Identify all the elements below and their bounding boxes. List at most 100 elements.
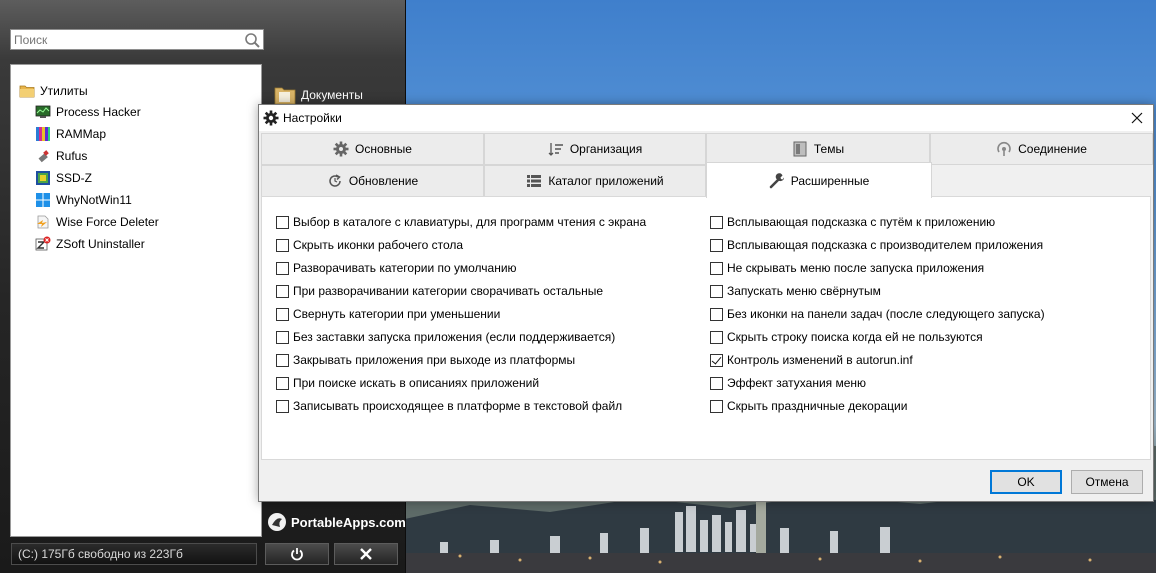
list-icon (527, 175, 542, 187)
option-expand-categories-default[interactable]: Разворачивать категории по умолчанию (276, 259, 517, 277)
documents-label: Документы (301, 88, 363, 102)
close-icon (360, 548, 372, 560)
documents-link[interactable]: Документы (274, 84, 363, 106)
checkbox[interactable] (710, 376, 723, 390)
checkbox[interactable] (276, 284, 289, 298)
option-collapse-on-minimize[interactable]: Свернуть категории при уменьшении (276, 305, 500, 323)
gear-icon (263, 110, 279, 126)
option-close-apps-on-exit[interactable]: Закрывать приложения при выходе из платф… (276, 351, 575, 369)
close-icon (1131, 112, 1143, 124)
tab-label: Соединение (1018, 142, 1087, 156)
tab-connection[interactable]: Соединение (930, 133, 1153, 165)
app-zsoft-uninstaller[interactable]: ZSoft Uninstaller (35, 235, 145, 253)
checkbox[interactable] (276, 307, 289, 321)
option-tooltip-publisher[interactable]: Всплывающая подсказка с производителем п… (710, 236, 1043, 254)
option-label: Скрыть праздничные декорации (727, 399, 908, 413)
option-log-to-file[interactable]: Записывать происходящее в платформе в те… (276, 397, 622, 415)
app-process-hacker[interactable]: Process Hacker (35, 103, 141, 121)
checkbox[interactable] (276, 215, 289, 229)
checkbox[interactable] (276, 376, 289, 390)
checkbox[interactable] (276, 353, 289, 367)
app-label: WhyNotWin11 (56, 193, 132, 207)
app-list: Утилиты Process Hacker RAMMap Rufus SSD-… (10, 64, 262, 537)
checkbox[interactable] (276, 330, 289, 344)
tab-themes[interactable]: Темы (706, 133, 930, 165)
windows-icon (36, 193, 50, 207)
app-whynotwin11[interactable]: WhyNotWin11 (35, 191, 132, 209)
checkbox[interactable] (710, 307, 723, 321)
checkbox[interactable] (276, 261, 289, 275)
app-label: ZSoft Uninstaller (56, 237, 145, 251)
option-keep-menu-open[interactable]: Не скрывать меню после запуска приложени… (710, 259, 984, 277)
tab-update[interactable]: Обновление (261, 165, 484, 197)
option-label: Скрыть иконки рабочего стола (293, 238, 464, 252)
app-wise-force-deleter[interactable]: Wise Force Deleter (35, 213, 159, 231)
wrench-icon (769, 172, 784, 188)
sort-icon (548, 143, 563, 156)
close-menu-button[interactable] (334, 543, 398, 565)
option-no-taskbar-icon[interactable]: Без иконки на панели задач (после следую… (710, 305, 1045, 323)
option-autorun-monitor[interactable]: Контроль изменений в autorun.inf (710, 351, 913, 369)
tab-general[interactable]: Основные (261, 133, 484, 165)
connection-icon (997, 141, 1011, 156)
tab-label: Темы (813, 142, 845, 156)
process-hacker-icon (35, 105, 51, 118)
dialog-titlebar[interactable]: Настройки (259, 105, 1153, 131)
option-collapse-others[interactable]: При разворачивании категории сворачивать… (276, 282, 603, 300)
brand-label: PortableApps.com (291, 514, 406, 530)
category-utilities[interactable]: Утилиты (19, 83, 88, 99)
tab-label: Основные (355, 142, 412, 156)
option-search-descriptions[interactable]: При поиске искать в описаниях приложений (276, 374, 539, 392)
tab-advanced[interactable]: Расширенные (706, 162, 932, 198)
checkbox[interactable] (710, 261, 723, 275)
option-label: Свернуть категории при уменьшении (293, 307, 501, 321)
option-label: Не скрывать меню после запуска приложени… (727, 261, 985, 275)
option-label: Выбор в каталоге с клавиатуры, для прогр… (293, 215, 647, 229)
folder-icon (19, 85, 35, 98)
checkbox[interactable] (710, 284, 723, 298)
advanced-settings-panel: Выбор в каталоге с клавиатуры, для прогр… (261, 196, 1151, 460)
portableapps-brand[interactable]: PortableApps.com (268, 513, 406, 531)
option-keyboard-catalog-selection[interactable]: Выбор в каталоге с клавиатуры, для прогр… (276, 213, 646, 231)
option-tooltip-path[interactable]: Всплывающая подсказка с путём к приложен… (710, 213, 995, 231)
option-start-minimized[interactable]: Запускать меню свёрнутым (710, 282, 881, 300)
search-input[interactable] (11, 30, 239, 49)
tab-label: Каталог приложений (548, 174, 664, 188)
cancel-button[interactable]: Отмена (1071, 470, 1143, 494)
checkbox[interactable] (710, 238, 723, 252)
zsoft-uninstaller-icon (35, 236, 51, 251)
checkbox-checked[interactable] (710, 353, 723, 367)
app-label: Wise Force Deleter (56, 215, 159, 229)
checkbox[interactable] (710, 399, 723, 413)
option-label: Закрывать приложения при выходе из платф… (293, 353, 576, 367)
dialog-close-button[interactable] (1121, 105, 1153, 131)
app-label: SSD-Z (56, 171, 92, 185)
wise-force-deleter-icon (37, 215, 49, 229)
app-ssd-z[interactable]: SSD-Z (35, 169, 92, 187)
checkbox[interactable] (710, 330, 723, 344)
option-label: Без заставки запуска приложения (если по… (293, 330, 616, 344)
tab-organization[interactable]: Организация (484, 133, 706, 165)
app-rammap[interactable]: RAMMap (35, 125, 106, 143)
tab-app-catalog[interactable]: Каталог приложений (484, 165, 706, 197)
option-hide-holiday-decorations[interactable]: Скрыть праздничные декорации (710, 397, 907, 415)
option-label: Скрыть строку поиска когда ей не пользую… (727, 330, 983, 344)
tab-label: Организация (569, 142, 643, 156)
option-label: При поиске искать в описаниях приложений (293, 376, 540, 390)
checkbox[interactable] (710, 215, 723, 229)
search-icon[interactable] (243, 31, 261, 49)
option-fade-effect[interactable]: Эффект затухания меню (710, 374, 866, 392)
refresh-icon (329, 174, 341, 187)
ok-button[interactable]: OK (990, 470, 1062, 494)
checkbox[interactable] (276, 238, 289, 252)
ssd-z-icon (36, 171, 50, 185)
app-rufus[interactable]: Rufus (35, 147, 87, 165)
power-button[interactable] (265, 543, 329, 565)
option-label: Разворачивать категории по умолчанию (293, 261, 517, 275)
checkbox[interactable] (276, 399, 289, 413)
option-hide-search-bar[interactable]: Скрыть строку поиска когда ей не пользую… (710, 328, 983, 346)
option-no-splash[interactable]: Без заставки запуска приложения (если по… (276, 328, 615, 346)
search-box[interactable] (10, 29, 264, 50)
power-icon (291, 548, 303, 561)
option-hide-desktop-icons[interactable]: Скрыть иконки рабочего стола (276, 236, 463, 254)
